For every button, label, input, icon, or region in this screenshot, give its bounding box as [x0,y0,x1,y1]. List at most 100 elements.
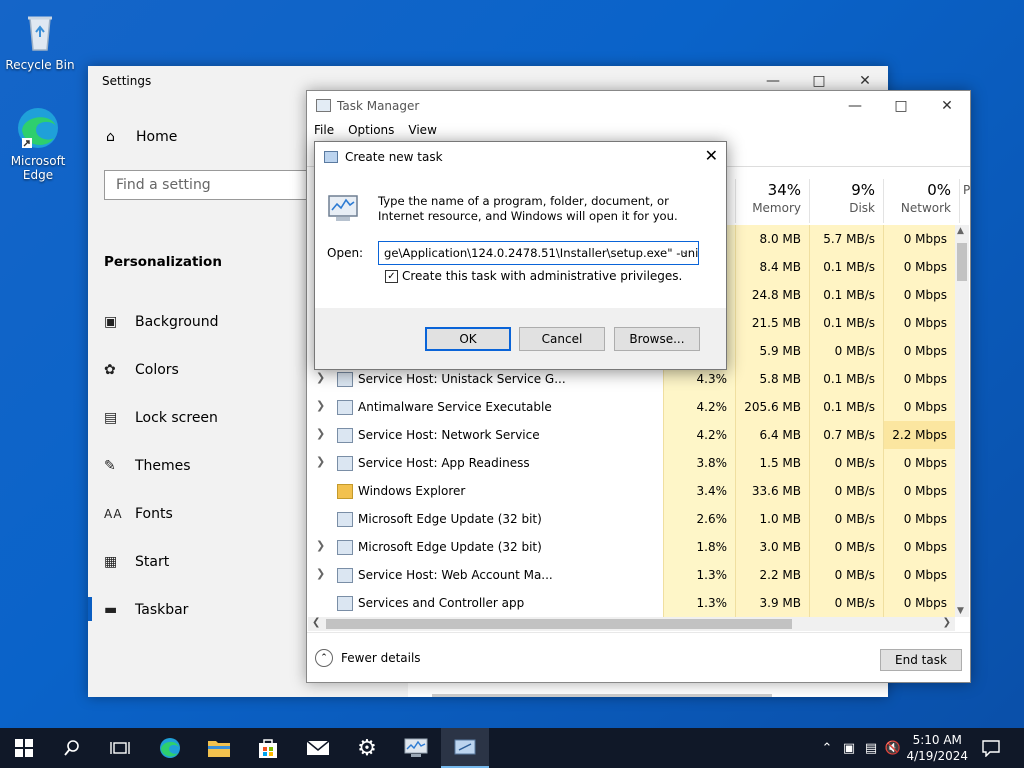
disk-cell: 0 MB/s [809,477,883,505]
sidebar-item-lock-screen[interactable]: ▤ Lock screen [104,410,218,426]
scroll-right-icon[interactable]: ❯ [943,617,951,628]
start-button[interactable] [0,728,48,768]
open-command-input[interactable]: ge\Application\124.0.2478.51\Installer\s… [378,241,699,265]
taskbar-store[interactable] [244,728,292,768]
maximize-button[interactable]: □ [878,91,924,121]
column-header-disk[interactable]: 9% Disk [809,179,883,223]
task-view-button[interactable] [96,728,144,768]
process-icon [337,400,353,415]
admin-privileges-label: Create this task with administrative pri… [402,269,683,283]
sidebar-item-themes[interactable]: ✎ Themes [104,458,191,474]
network-cell: 0 Mbps [883,253,955,281]
sidebar-item-start[interactable]: ▦ Start [104,554,169,570]
process-icon [337,568,353,583]
desktop-icon-recycle-bin[interactable]: Recycle Bin [2,8,78,72]
dialog-body [315,142,726,308]
fewer-details-button[interactable]: ⌃ Fewer details [315,649,421,667]
mail-icon [306,740,330,755]
process-name: Service Host: Unistack Service G... [358,372,566,386]
column-header-memory[interactable]: 34% Memory [735,179,809,223]
task-manager-large-icon [327,192,359,224]
column-pct [960,179,971,181]
menu-options[interactable]: Options [341,123,401,137]
table-row[interactable]: Windows Explorer 3.4% 33.6 MB 0 MB/s 0 Mbps [307,477,955,505]
taskbar-run-dialog[interactable] [441,728,489,768]
network-cell: 0 Mbps [883,225,955,253]
column-header-network[interactable]: 0% Network [883,179,959,223]
table-row[interactable]: Services and Controller app 1.3% 3.9 MB 0 M… [307,589,955,617]
taskbar-task-manager[interactable] [392,728,440,768]
taskbar-settings[interactable]: ⚙ [343,728,391,768]
chevron-up-icon[interactable]: ⌃ [816,741,838,756]
end-task-button[interactable]: End task [880,649,962,671]
expand-arrow-icon[interactable]: ❯ [316,427,325,440]
close-button[interactable]: ✕ [924,91,970,121]
task-view-icon [110,742,130,754]
task-manager-titlebar[interactable]: Task Manager — □ ✕ [307,91,970,121]
network-cell: 0 Mbps [883,533,955,561]
memory-cell: 24.8 MB [735,281,809,309]
column-label: Memory [752,201,801,215]
scroll-down-icon[interactable]: ▼ [957,606,964,616]
cpu-cell: 3.8% [663,449,735,477]
home-icon: ⌂ [106,129,115,145]
clock-time: 5:10 AM [912,733,962,747]
ok-button[interactable]: OK [425,327,511,351]
browse-button[interactable]: Browse... [614,327,700,351]
folder-icon [208,741,230,757]
network-cell: 0 Mbps [883,449,955,477]
minimize-button[interactable]: — [832,91,878,121]
table-row[interactable]: ❯ Microsoft Edge Update (32 bit) 1.8% 3.0 M… [307,533,955,561]
desktop-icon-edge[interactable]: Microsoft Edge [0,104,76,182]
column-pct: 0% [927,181,951,199]
cancel-button[interactable]: Cancel [519,327,605,351]
table-row[interactable]: ❯ Service Host: Web Account Ma... 1.3% 2.2 … [307,561,955,589]
disk-cell: 0.1 MB/s [809,281,883,309]
sidebar-item-colors[interactable]: ✿ Colors [104,362,179,378]
menu-file[interactable]: File [307,123,341,137]
process-name: Windows Explorer [358,484,466,498]
expand-arrow-icon[interactable]: ❯ [316,455,325,468]
menu-bar: File Options View [307,123,444,137]
volume-muted-icon[interactable]: 🔇 [882,741,904,756]
network-cell: 0 Mbps [883,365,955,393]
taskbar-file-explorer[interactable] [195,728,243,768]
disk-cell: 0 MB/s [809,337,883,365]
dialog-description: Type the name of a program, folder, docu… [378,194,678,223]
folder-icon [337,484,353,499]
notifications-button[interactable] [968,728,1014,768]
search-button[interactable] [48,728,96,768]
meet-now-icon[interactable]: ▣ [838,741,860,756]
settings-home-link[interactable]: ⌂ Home [106,129,177,145]
horizontal-scrollbar[interactable]: ❮ ❯ [308,617,955,631]
scroll-thumb[interactable] [957,243,967,281]
taskbar-edge[interactable] [146,728,194,768]
network-cell: 0 Mbps [883,337,955,365]
expand-arrow-icon[interactable]: ❯ [316,371,325,384]
menu-view[interactable]: View [401,123,443,137]
table-row[interactable]: ❯ Antimalware Service Executable 4.2% 205.6… [307,393,955,421]
column-header-power[interactable]: P [959,179,971,223]
scroll-left-icon[interactable]: ❮ [312,617,320,628]
column-label: P [963,183,971,197]
dialog-close-button[interactable]: ✕ [705,146,718,165]
clock[interactable]: 5:10 AM 4/19/2024 [906,732,968,764]
expand-arrow-icon[interactable]: ❯ [316,567,325,580]
start-grid-icon: ▦ [104,554,118,570]
expand-arrow-icon[interactable]: ❯ [316,399,325,412]
admin-privileges-checkbox[interactable]: ✓ Create this task with administrative p… [385,269,682,283]
scroll-up-icon[interactable]: ▲ [957,226,964,236]
sidebar-item-label: Lock screen [135,410,218,426]
scroll-thumb[interactable] [326,619,792,629]
sidebar-item-fonts[interactable]: A A Fonts [104,506,173,522]
table-row[interactable]: Microsoft Edge Update (32 bit) 2.6% 1.0 MB… [307,505,955,533]
table-row[interactable]: ❯ Service Host: Network Service 4.2% 6.4 MB… [307,421,955,449]
sidebar-item-taskbar[interactable]: ▬ Taskbar [104,602,188,618]
chevron-down-icon[interactable]: ⌄ [681,246,689,257]
table-row[interactable]: ❯ Service Host: App Readiness 3.8% 1.5 MB 0 … [307,449,955,477]
expand-arrow-icon[interactable]: ❯ [316,539,325,552]
sidebar-item-background[interactable]: ▣ Background [104,314,219,330]
network-icon[interactable]: ▤ [860,741,882,756]
vertical-scrollbar[interactable]: ▲ ▼ [955,225,969,617]
taskbar-mail[interactable] [294,728,342,768]
